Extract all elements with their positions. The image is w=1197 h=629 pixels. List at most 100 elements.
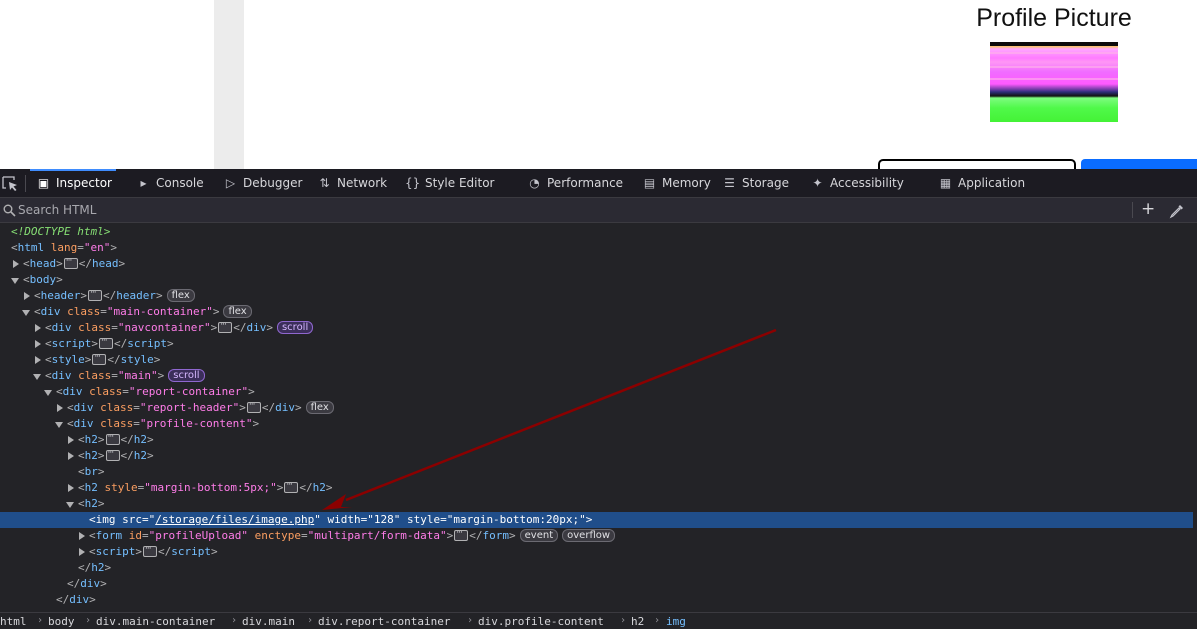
expand-toggle[interactable]	[57, 404, 63, 412]
expand-toggle[interactable]	[24, 292, 30, 300]
tab-inspector[interactable]: ▣ Inspector	[30, 169, 116, 197]
tab-accessibility[interactable]: ✦ Accessibility	[810, 169, 903, 197]
tree-node[interactable]: <br>	[0, 464, 1193, 480]
expand-toggle[interactable]	[68, 484, 74, 492]
inspector-icon: ▣	[37, 176, 50, 190]
collapse-toggle[interactable]	[22, 310, 30, 316]
tree-node[interactable]: <div class="main"> scroll	[0, 368, 1193, 384]
collapse-toggle[interactable]	[33, 374, 41, 380]
flex-badge[interactable]: flex	[305, 400, 334, 414]
expand-toggle[interactable]	[68, 436, 74, 444]
collapse-toggle[interactable]	[66, 502, 74, 508]
flex-badge[interactable]: flex	[223, 304, 252, 318]
tree-node[interactable]: <div class="profile-content">	[0, 416, 1193, 432]
tree-node[interactable]: </h2>	[0, 560, 1193, 576]
tree-node[interactable]: <div class="report-container">	[0, 384, 1193, 400]
tree-node[interactable]: <div class="report-header"></div>flex	[0, 397, 1193, 416]
tag-name: script	[127, 337, 167, 350]
tree-node[interactable]: <head></head>	[0, 253, 1193, 272]
breadcrumb-html[interactable]: html	[0, 615, 27, 628]
collapsed-ellipsis[interactable]	[99, 333, 113, 349]
collapsed-ellipsis[interactable]	[105, 445, 120, 461]
breadcrumb-main-container[interactable]: div.main-container	[96, 615, 215, 628]
tree-node[interactable]: </div>	[0, 592, 1193, 608]
tree-node[interactable]: <div class="navcontainer"></div>scroll	[0, 317, 1193, 336]
tree-node[interactable]: <html lang="en">	[0, 240, 1193, 256]
tab-debugger[interactable]: ▷ Debugger	[223, 169, 303, 197]
collapsed-ellipsis[interactable]	[92, 349, 107, 365]
flex-badge[interactable]: flex	[166, 288, 195, 302]
expand-toggle[interactable]	[13, 260, 19, 268]
tab-application[interactable]: ▦ Application	[938, 169, 1025, 197]
scroll-badge[interactable]: scroll	[168, 368, 205, 382]
tree-node[interactable]: <h2></h2>	[0, 445, 1193, 464]
collapse-toggle[interactable]	[11, 278, 19, 284]
search-html-input[interactable]	[16, 201, 1120, 219]
breadcrumb-img[interactable]: img	[666, 615, 686, 628]
collapsed-ellipsis[interactable]	[218, 317, 233, 333]
tree-node[interactable]: <form id="profileUpload" enctype="multip…	[0, 525, 1193, 544]
breadcrumb-report-container[interactable]: div.report-container	[318, 615, 450, 628]
eyedropper-icon[interactable]	[1169, 203, 1185, 219]
expand-toggle[interactable]	[79, 532, 85, 540]
tree-node[interactable]: <script></script>	[0, 541, 1193, 560]
scroll-badge[interactable]: scroll	[276, 320, 314, 334]
tree-node[interactable]: <header></header>flex	[0, 285, 1193, 304]
event-badge[interactable]: event	[519, 528, 559, 542]
attr-value: "multipart/form-data"	[307, 529, 447, 542]
search-html-bar: +	[0, 198, 1197, 223]
collapsed-ellipsis[interactable]	[454, 525, 469, 541]
expand-toggle[interactable]	[35, 340, 41, 348]
tree-node[interactable]: <body>	[0, 272, 1193, 288]
tag-name: h2	[91, 561, 105, 574]
profile-picture-image	[990, 42, 1118, 122]
tab-style-editor[interactable]: {} Style Editor	[405, 169, 494, 197]
breadcrumb-separator: ›	[37, 615, 44, 626]
tab-network[interactable]: ⇅ Network	[317, 169, 387, 197]
collapsed-ellipsis[interactable]	[88, 285, 102, 301]
selected-tree-node[interactable]: <img src="/storage/files/image.php" widt…	[0, 512, 1193, 528]
breadcrumb-body[interactable]: body	[48, 615, 75, 628]
devtools-panel: ▣ Inspector ▸ Console ▷ Debugger ⇅ Network {…	[0, 169, 1197, 629]
tree-node[interactable]: <h2 style="margin-bottom:5px;"></h2>	[0, 477, 1193, 496]
breadcrumb-h2[interactable]: h2	[631, 615, 644, 628]
overflow-badge[interactable]: overflow	[562, 528, 616, 542]
tab-label: Application	[958, 176, 1026, 190]
tab-memory[interactable]: ▤ Memory	[642, 169, 711, 197]
tree-node[interactable]: <h2>	[0, 496, 1193, 512]
breadcrumb-main[interactable]: div.main	[242, 615, 295, 628]
tree-node[interactable]: <script></script>	[0, 333, 1193, 352]
attr-name: class	[78, 369, 112, 382]
collapsed-ellipsis[interactable]	[143, 541, 157, 557]
tab-console[interactable]: ▸ Console	[136, 169, 203, 197]
tree-node[interactable]: <!DOCTYPE html>	[0, 224, 1193, 240]
tab-performance[interactable]: ◔ Performance	[527, 169, 623, 197]
attr-name: lang	[50, 241, 78, 254]
collapsed-ellipsis[interactable]	[246, 397, 261, 413]
page-viewport: Profile Picture	[0, 0, 1197, 169]
collapsed-ellipsis[interactable]	[105, 429, 120, 445]
tab-storage[interactable]: ☰ Storage	[722, 169, 789, 197]
tree-node[interactable]: <style></style>	[0, 349, 1193, 368]
file-input[interactable]	[878, 159, 1076, 169]
tree-node[interactable]: <div class="main-container"> flex	[0, 304, 1193, 320]
attr-value: "profileUpload"	[148, 529, 248, 542]
breadcrumb-profile-content[interactable]: div.profile-content	[478, 615, 604, 628]
upload-button[interactable]	[1081, 159, 1197, 169]
collapsed-ellipsis[interactable]	[284, 477, 299, 493]
expand-toggle[interactable]	[79, 548, 85, 556]
application-icon: ▦	[939, 176, 952, 190]
collapse-toggle[interactable]	[44, 390, 52, 396]
collapsed-ellipsis[interactable]	[63, 253, 78, 269]
add-node-button[interactable]: +	[1141, 199, 1155, 219]
element-picker-icon[interactable]	[2, 176, 20, 192]
img-src-link[interactable]: /storage/files/image.php	[155, 513, 314, 526]
expand-toggle[interactable]	[68, 452, 74, 460]
tree-node[interactable]: </div>	[0, 576, 1193, 592]
profile-picture-heading: Profile Picture	[976, 4, 1132, 32]
tree-node[interactable]: <h2></h2>	[0, 429, 1193, 448]
tag-name: form	[482, 529, 510, 542]
collapse-toggle[interactable]	[55, 422, 63, 428]
expand-toggle[interactable]	[35, 356, 41, 364]
expand-toggle[interactable]	[35, 324, 41, 332]
